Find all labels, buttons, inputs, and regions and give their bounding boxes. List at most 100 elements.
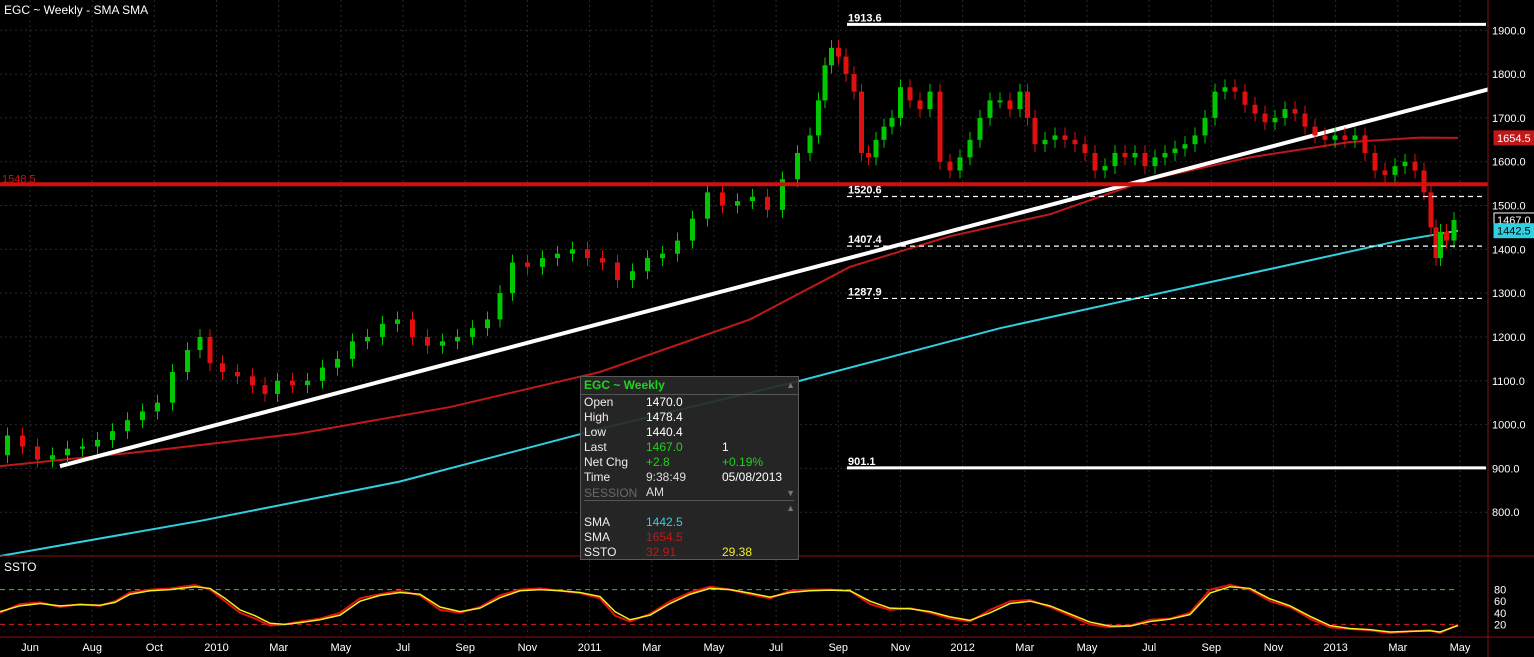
- row-value-2: +0.19%: [722, 455, 764, 469]
- candle-body: [1402, 161, 1408, 167]
- candle-body: [917, 100, 923, 110]
- x-tick-label: Mar: [1388, 642, 1407, 654]
- collapse-up-icon[interactable]: ▲: [786, 380, 795, 390]
- candle-body: [1444, 231, 1449, 241]
- candle-body: [1112, 152, 1118, 167]
- y-tick-label: 1900.0: [1492, 25, 1526, 37]
- candle-body: [1172, 148, 1178, 153]
- candle-body: [967, 139, 973, 158]
- candle-body: [510, 262, 515, 294]
- candle-body: [110, 431, 115, 440]
- y-tick-label: 1700.0: [1492, 113, 1526, 125]
- y-tick-label: 1500.0: [1492, 201, 1526, 213]
- ssto-d-line: [0, 585, 1459, 633]
- candle-body: [898, 87, 903, 118]
- x-tick-label: Mar: [642, 642, 661, 654]
- x-tick-label: 2012: [950, 642, 974, 654]
- oscillator-title: SSTO: [4, 560, 36, 574]
- candle-body: [836, 47, 841, 57]
- candle-body: [1428, 192, 1434, 228]
- osc-tick-label: 80: [1494, 585, 1506, 597]
- candle-body: [816, 100, 821, 136]
- y-tick-label: 1600.0: [1492, 157, 1526, 169]
- candle-body: [425, 336, 430, 346]
- candle-body: [185, 350, 190, 372]
- candle-body: [1212, 91, 1218, 118]
- candle-body: [1352, 135, 1358, 140]
- candle-body: [977, 117, 983, 140]
- data-window[interactable]: EGC ~ Weekly ▲ Open 1470.0 High 1478.4 Low 14…: [580, 376, 799, 560]
- candle-body: [275, 380, 280, 394]
- price-badge-label: 1654.5: [1497, 133, 1531, 145]
- collapse-down-icon[interactable]: ▼: [786, 488, 795, 498]
- candle-body: [250, 376, 255, 386]
- candle-body: [350, 341, 355, 359]
- candle-body: [555, 253, 560, 259]
- candle-body: [807, 135, 813, 153]
- candle-body: [1382, 170, 1388, 175]
- row-value: +2.8: [646, 455, 670, 469]
- candle-body: [290, 380, 295, 386]
- row-value-2: 05/08/2013: [722, 470, 783, 484]
- osc-tick-label: 20: [1494, 619, 1506, 631]
- candle-body: [125, 420, 130, 432]
- row-label: Last: [584, 440, 607, 454]
- indicator-value: 32.91: [646, 545, 677, 559]
- x-tick-label: Nov: [891, 642, 911, 654]
- candle-body: [1007, 100, 1013, 110]
- candle-body: [1202, 117, 1208, 136]
- level-label: 1520.6: [848, 184, 882, 196]
- candle-body: [1282, 109, 1288, 118]
- row-value: 1467.0: [646, 440, 683, 454]
- x-tick-label: 2013: [1323, 642, 1347, 654]
- candle-body: [1438, 231, 1443, 259]
- candle-body: [907, 87, 913, 101]
- row-value: 1470.0: [646, 395, 683, 409]
- indicator-label: SMA: [584, 515, 611, 529]
- row-label: Open: [584, 395, 614, 409]
- y-tick-label: 800.0: [1492, 507, 1520, 519]
- data-row: Time 9:38:49 AM 05/08/2013: [584, 470, 782, 499]
- row-value: 1478.4: [646, 410, 683, 424]
- y-tick-label: 900.0: [1492, 463, 1520, 475]
- row-value: 1440.4: [646, 425, 683, 439]
- osc-tick-label: 60: [1494, 596, 1506, 608]
- collapse-up-icon-2[interactable]: ▲: [786, 503, 795, 513]
- data-row: High 1478.4: [584, 410, 683, 425]
- candle-body: [320, 367, 325, 381]
- candle-body: [1132, 152, 1138, 158]
- candle-body: [1102, 166, 1108, 171]
- x-tick-label: Aug: [82, 642, 102, 654]
- candle-body: [720, 192, 725, 206]
- y-tick-label: 1800.0: [1492, 69, 1526, 81]
- indicator-value: 1654.5: [646, 530, 683, 544]
- x-tick-label: Mar: [1015, 642, 1034, 654]
- candle-body: [750, 196, 755, 202]
- candle-body: [395, 319, 400, 324]
- candle-body: [1312, 126, 1318, 136]
- candle-body: [735, 201, 740, 206]
- x-tick-label: Sep: [455, 642, 475, 654]
- candle-body: [630, 271, 635, 280]
- candle-body: [927, 91, 933, 110]
- candle-body: [485, 319, 490, 329]
- candle-body: [50, 455, 55, 460]
- resistance-label: 1548.5: [2, 173, 36, 185]
- x-tick-label: 2010: [204, 642, 228, 654]
- indicator-value: 1442.5: [646, 515, 683, 529]
- candle-body: [207, 336, 213, 364]
- candle-body: [1152, 157, 1158, 167]
- candle-body: [1122, 152, 1128, 158]
- candle-body: [1272, 117, 1278, 123]
- x-tick-label: May: [1077, 642, 1098, 654]
- y-tick-label: 1400.0: [1492, 244, 1526, 256]
- candle-body: [795, 152, 800, 180]
- row-label: Time: [584, 470, 611, 484]
- candle-body: [1332, 135, 1338, 140]
- candle-body: [380, 323, 385, 337]
- candle-body: [1421, 170, 1427, 193]
- candle-body: [843, 56, 849, 75]
- candle-body: [690, 218, 695, 241]
- candle-body: [1092, 152, 1098, 171]
- y-tick-label: 1000.0: [1492, 420, 1526, 432]
